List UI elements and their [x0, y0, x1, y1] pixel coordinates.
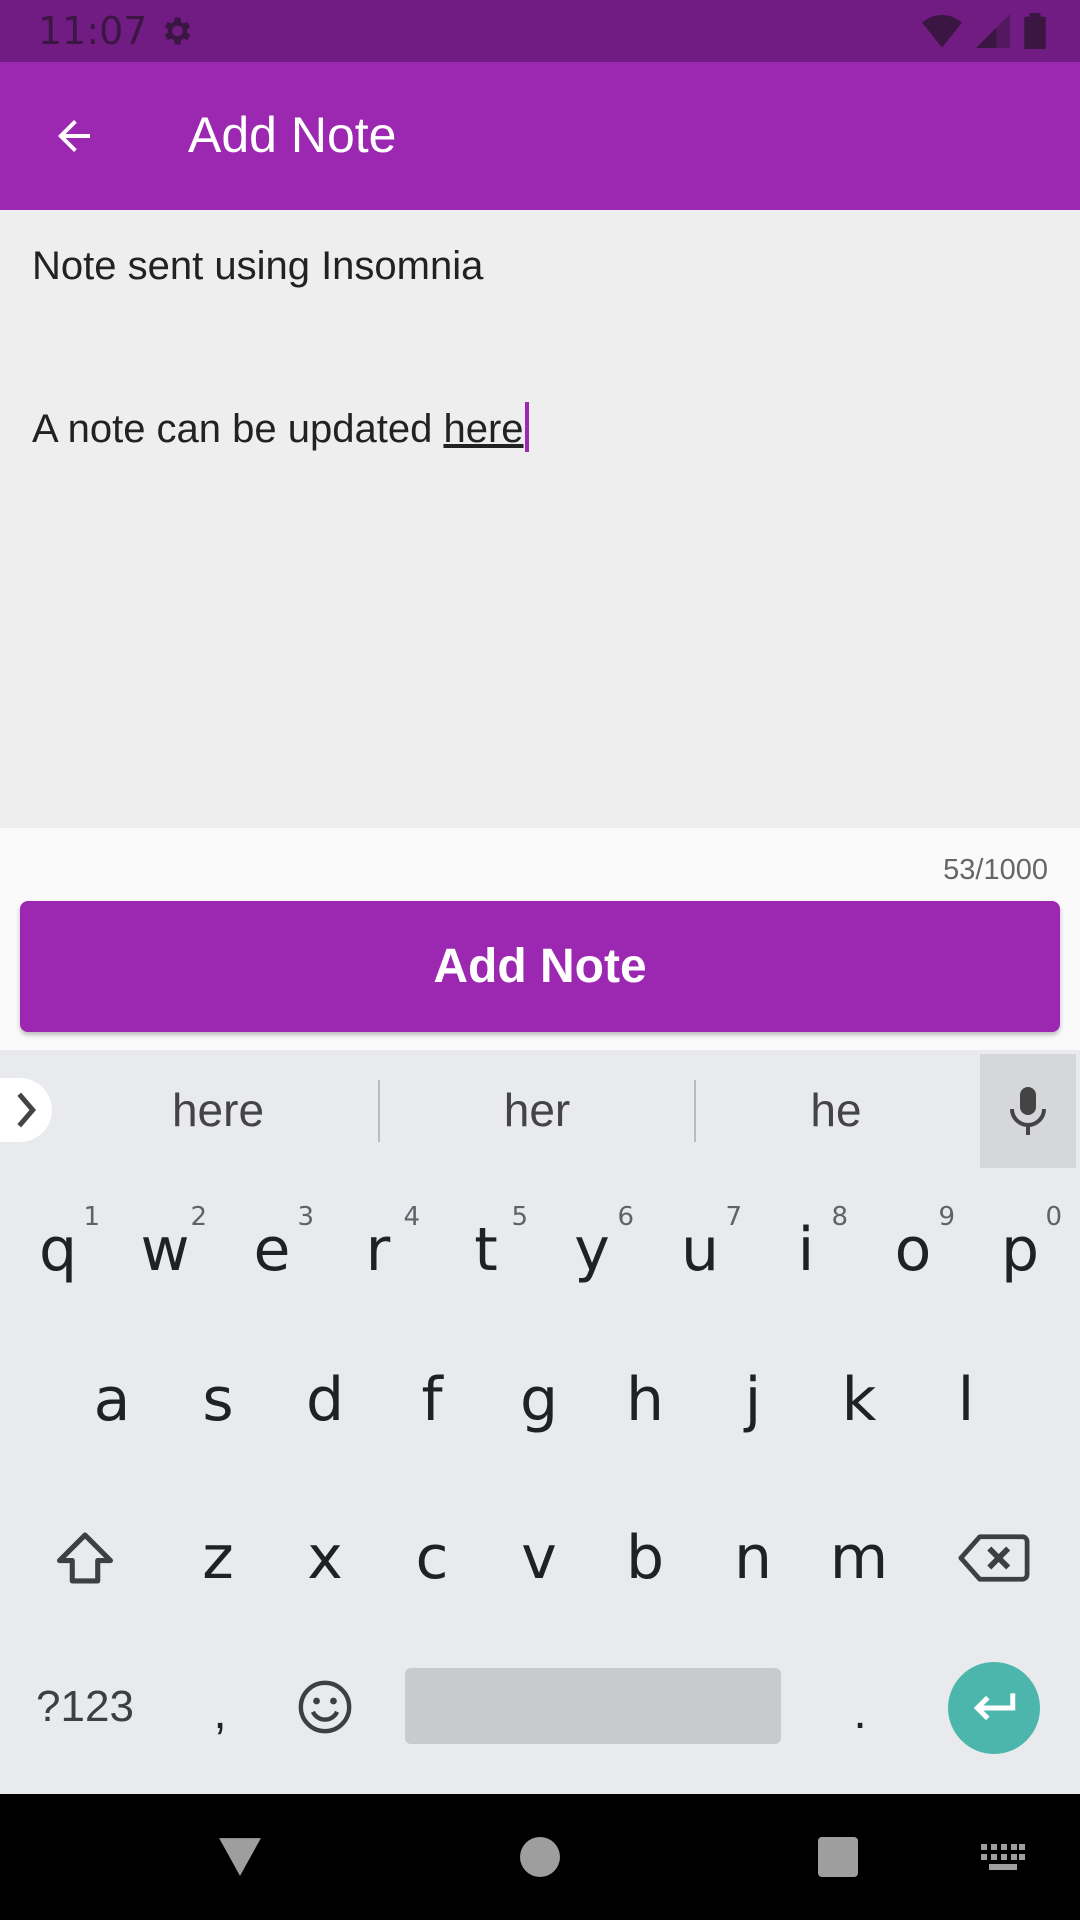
- suggestion-2[interactable]: her: [380, 1050, 694, 1170]
- emoji-key[interactable]: [285, 1652, 365, 1762]
- key-w[interactable]: w2: [113, 1180, 217, 1320]
- key-label: u: [680, 1215, 720, 1285]
- key-o[interactable]: o9: [861, 1180, 965, 1320]
- key-hint: 0: [1045, 1202, 1062, 1232]
- add-note-button[interactable]: Add Note: [20, 901, 1060, 1032]
- key-y[interactable]: y6: [540, 1180, 644, 1320]
- key-label: y: [574, 1215, 610, 1285]
- key-label: r: [365, 1215, 391, 1285]
- key-e[interactable]: e3: [220, 1180, 324, 1320]
- expand-toolbar-button[interactable]: [0, 1078, 52, 1142]
- key-label: q: [38, 1215, 78, 1285]
- backspace-key[interactable]: [944, 1488, 1044, 1628]
- wifi-icon: [922, 15, 962, 48]
- circle-icon: [520, 1837, 560, 1877]
- keyboard-switch-button[interactable]: [958, 1794, 1048, 1920]
- triangle-down-icon: [219, 1838, 261, 1876]
- status-bar: 11:07: [0, 0, 1080, 62]
- key-hint: 3: [297, 1202, 314, 1232]
- text-cursor: [524, 402, 529, 452]
- key-hint: 4: [403, 1202, 420, 1232]
- suggestion-3[interactable]: he: [696, 1050, 976, 1170]
- note-input[interactable]: Note sent using Insomnia A note can be u…: [0, 210, 1080, 828]
- key-t[interactable]: t5: [434, 1180, 538, 1320]
- key-v[interactable]: v: [487, 1488, 591, 1628]
- navigation-bar: [0, 1794, 1080, 1920]
- key-hint: 1: [83, 1202, 100, 1232]
- key-g[interactable]: g: [487, 1330, 591, 1470]
- key-m[interactable]: m: [807, 1488, 911, 1628]
- suggestion-1[interactable]: here: [60, 1050, 376, 1170]
- square-icon: [818, 1837, 858, 1877]
- key-p[interactable]: p0: [968, 1180, 1072, 1320]
- voice-input-button[interactable]: [980, 1054, 1076, 1168]
- composing-word: here: [443, 407, 524, 451]
- chevron-right-icon: [17, 1092, 37, 1128]
- key-r[interactable]: r4: [326, 1180, 430, 1320]
- key-hint: 9: [938, 1202, 955, 1232]
- emoji-icon: [298, 1680, 352, 1734]
- suggestion-strip: here her he: [0, 1050, 1080, 1170]
- key-s[interactable]: s: [166, 1330, 270, 1470]
- shift-icon: [57, 1532, 113, 1584]
- key-label: i: [797, 1215, 815, 1285]
- key-n[interactable]: n: [701, 1488, 805, 1628]
- key-q[interactable]: q1: [6, 1180, 110, 1320]
- character-counter: 53/1000: [943, 854, 1048, 886]
- app-bar: Add Note: [0, 62, 1080, 210]
- key-label: o: [894, 1215, 932, 1285]
- nav-home-button[interactable]: [500, 1794, 580, 1920]
- key-j[interactable]: j: [701, 1330, 805, 1470]
- symbols-key[interactable]: ?123: [20, 1652, 150, 1762]
- key-z[interactable]: z: [166, 1488, 270, 1628]
- nav-recents-button[interactable]: [798, 1794, 878, 1920]
- note-text-line-2: A note can be updated here: [32, 402, 529, 452]
- form-footer: 53/1000 Add Note: [0, 828, 1080, 1050]
- key-l[interactable]: l: [914, 1330, 1018, 1470]
- key-hint: 8: [831, 1202, 848, 1232]
- comma-key[interactable]: ,: [180, 1652, 260, 1772]
- key-f[interactable]: f: [380, 1330, 484, 1470]
- backspace-icon: [958, 1534, 1030, 1582]
- key-label: t: [474, 1215, 498, 1285]
- soft-keyboard: here her he q1 w2 e3 r4 t5 y6 u7 i8 o9 p…: [0, 1050, 1080, 1794]
- back-button[interactable]: [36, 102, 112, 170]
- key-i[interactable]: i8: [754, 1180, 858, 1320]
- battery-icon: [1024, 13, 1046, 49]
- key-b[interactable]: b: [593, 1488, 697, 1628]
- keyboard-icon: [981, 1844, 1025, 1870]
- spacebar[interactable]: [405, 1668, 781, 1744]
- key-u[interactable]: u7: [648, 1180, 752, 1320]
- nav-back-button[interactable]: [200, 1794, 280, 1920]
- key-h[interactable]: h: [593, 1330, 697, 1470]
- note-text-line-1: Note sent using Insomnia: [32, 244, 484, 288]
- note-text-prefix: A note can be updated: [32, 407, 444, 451]
- key-c[interactable]: c: [380, 1488, 484, 1628]
- status-time: 11:07: [38, 9, 148, 53]
- key-label: e: [253, 1215, 291, 1285]
- signal-icon: [976, 14, 1010, 48]
- gear-icon: [164, 17, 191, 45]
- microphone-icon: [1010, 1087, 1046, 1135]
- key-hint: 5: [511, 1202, 528, 1232]
- key-a[interactable]: a: [60, 1330, 164, 1470]
- key-label: p: [1000, 1215, 1040, 1285]
- shift-key[interactable]: [40, 1488, 130, 1628]
- arrow-back-icon: [58, 120, 90, 152]
- period-key[interactable]: .: [820, 1652, 900, 1772]
- page-title: Add Note: [188, 107, 397, 163]
- key-d[interactable]: d: [273, 1330, 377, 1470]
- key-x[interactable]: x: [273, 1488, 377, 1628]
- key-hint: 6: [617, 1202, 634, 1232]
- key-label: w: [140, 1215, 190, 1285]
- key-k[interactable]: k: [807, 1330, 911, 1470]
- enter-icon: [973, 1693, 1016, 1721]
- enter-key[interactable]: [948, 1662, 1040, 1754]
- key-hint: 2: [190, 1202, 207, 1232]
- key-hint: 7: [725, 1202, 742, 1232]
